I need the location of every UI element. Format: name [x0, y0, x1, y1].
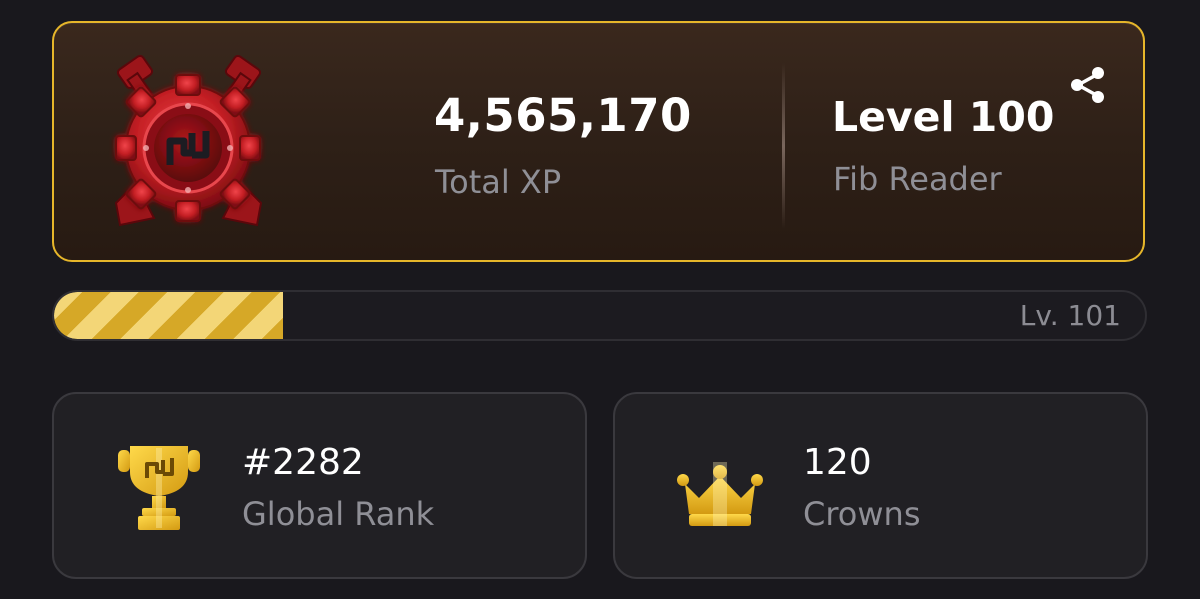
trophy-icon: [118, 446, 200, 530]
global-rank-value: #2282: [242, 442, 364, 483]
crown-icon: [677, 462, 763, 526]
level-title: Level 100: [832, 93, 1055, 141]
next-level-label: Lv. 101: [1019, 299, 1121, 332]
gear-hammer-badge-icon: [114, 54, 263, 227]
card-divider: [782, 63, 785, 229]
crowns-label: Crowns: [803, 495, 921, 533]
share-icon[interactable]: [1066, 63, 1110, 107]
global-rank-card[interactable]: #2282 Global Rank: [52, 392, 587, 579]
level-progress-bar: Lv. 101: [52, 290, 1147, 341]
total-xp-label: Total XP: [435, 163, 562, 201]
profile-stats-screen: 4,565,170 Total XP Level 100 Fib Reader …: [0, 0, 1200, 599]
level-card: 4,565,170 Total XP Level 100 Fib Reader: [52, 21, 1145, 262]
global-rank-label: Global Rank: [242, 495, 435, 533]
crowns-value: 120: [803, 442, 872, 483]
level-name: Fib Reader: [833, 160, 1002, 198]
crowns-card[interactable]: 120 Crowns: [613, 392, 1148, 579]
total-xp-value: 4,565,170: [434, 89, 692, 142]
level-progress-fill: [54, 292, 284, 339]
